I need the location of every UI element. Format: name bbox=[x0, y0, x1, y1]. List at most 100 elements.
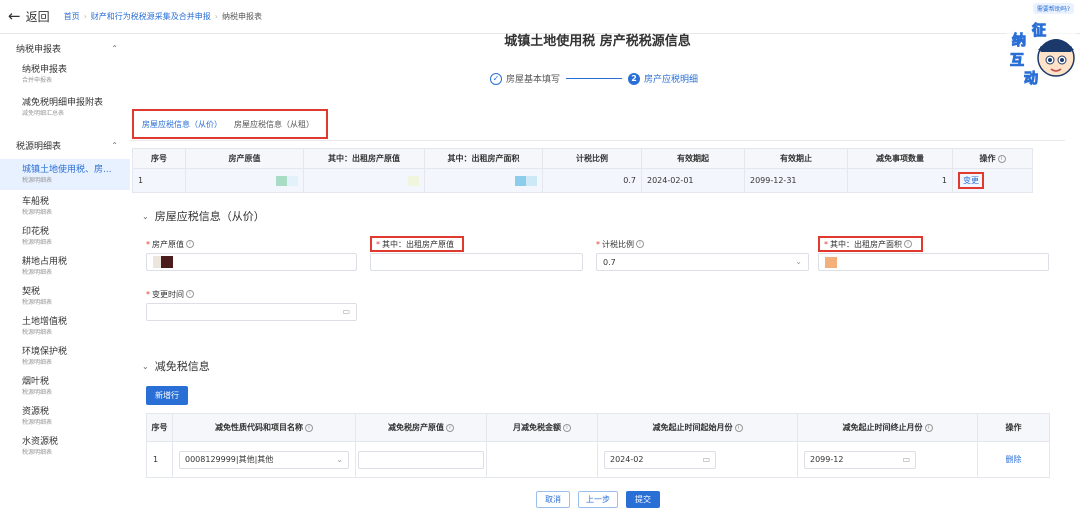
property-tax-table: 序号 房产原值 其中：出租房产原值 其中：出租房产面积 计税比例 有效期起 有效… bbox=[132, 148, 1033, 193]
select-value: 0.7 bbox=[603, 257, 616, 267]
breadcrumb-current: 纳税申报表 bbox=[222, 12, 262, 21]
relief-code-select[interactable]: 0008129999|其他|其他 ⌄ bbox=[179, 450, 349, 469]
mascot-char: 纳 bbox=[1012, 33, 1027, 50]
sidebar-item-tobacco-tax[interactable]: 烟叶税 税源明细表 bbox=[0, 373, 130, 400]
info-icon: i bbox=[186, 290, 194, 298]
sidebar-item-label: 资源税 bbox=[22, 407, 50, 417]
original-value-input[interactable] bbox=[146, 253, 357, 271]
cancel-button[interactable]: 取消 bbox=[536, 491, 570, 508]
chevron-down-icon: ⌄ bbox=[142, 361, 149, 371]
sidebar-item-label: 契税 bbox=[22, 287, 41, 297]
sidebar-item-label: 城镇土地使用税、房... bbox=[22, 165, 112, 175]
sidebar-item-declaration-form[interactable]: 纳税申报表 合并申报表 bbox=[0, 61, 130, 88]
sidebar-item-sub: 税源明细表 bbox=[22, 419, 53, 426]
rent-value-input[interactable] bbox=[370, 253, 583, 271]
relief-value-input[interactable] bbox=[358, 450, 484, 469]
required-mark: * bbox=[376, 239, 380, 249]
field-rent-area: * 其中：出租房产面积 i bbox=[818, 236, 1049, 271]
sidebar-item-environment-tax[interactable]: 环境保护税 税源明细表 bbox=[0, 343, 130, 370]
sidebar-item-resource-tax[interactable]: 资源税 税源明细表 bbox=[0, 403, 130, 430]
sidebar-item-deed-tax[interactable]: 契税 税源明细表 bbox=[0, 283, 130, 310]
sidebar-item-urban-land-tax[interactable]: 城镇土地使用税、房... 税源明细表 bbox=[0, 159, 130, 190]
cell-rent-area bbox=[424, 168, 543, 193]
end-month-picker[interactable]: 2099-12 ▭ bbox=[804, 450, 916, 469]
column-header-monthly-relief: 月减免税金额 i bbox=[486, 413, 598, 442]
change-time-datepicker[interactable]: ▭ bbox=[146, 303, 357, 321]
cell-ratio: 0.7 bbox=[542, 168, 642, 193]
column-header: 其中：出租房产原值 bbox=[303, 148, 425, 169]
column-header: 有效期止 bbox=[744, 148, 848, 169]
redacted-value bbox=[153, 256, 161, 268]
sidebar-item-relief-schedule[interactable]: 减免税明细申报附表 减免明细汇总表 bbox=[0, 94, 130, 121]
mascot-assistant[interactable]: 纳 征 互 动 bbox=[1004, 14, 1078, 94]
cell-code: 0008129999|其他|其他 ⌄ bbox=[172, 441, 356, 478]
mascot-char: 征 bbox=[1032, 23, 1047, 40]
redacted-value bbox=[526, 175, 537, 186]
previous-step-button[interactable]: 上一步 bbox=[578, 491, 618, 508]
page-title: 城镇土地使用税 房产税税源信息 bbox=[504, 34, 691, 49]
field-tax-ratio: * 计税比例 i 0.7 ⌄ bbox=[596, 238, 809, 271]
section-title: 减免税信息 bbox=[154, 360, 210, 373]
sidebar-group-declaration[interactable]: 纳税申报表 ⌃ bbox=[0, 40, 130, 56]
cell-action: 变更 bbox=[952, 168, 1033, 193]
sidebar-item-sub: 税源明细表 bbox=[22, 359, 53, 366]
step-indicator: ✓ 房屋基本填写 2 房产应税明细 bbox=[490, 72, 698, 85]
sidebar-item-label: 水资源税 bbox=[22, 437, 59, 447]
add-row-button[interactable]: 新增行 bbox=[146, 386, 188, 405]
tab-rent-based[interactable]: 房屋应税信息（从租） bbox=[234, 119, 314, 130]
sidebar-item-label: 环境保护税 bbox=[22, 347, 68, 357]
field-change-time: * 变更时间 i ▭ bbox=[146, 288, 357, 321]
tax-ratio-select[interactable]: 0.7 ⌄ bbox=[596, 253, 809, 271]
tab-value-based[interactable]: 房屋应税信息（从价） bbox=[142, 119, 222, 130]
column-header-label: 操作 bbox=[979, 154, 996, 163]
redacted-value bbox=[515, 175, 526, 186]
breadcrumb-separator: › bbox=[83, 12, 87, 21]
change-button[interactable]: 变更 bbox=[958, 172, 984, 189]
rent-area-input[interactable] bbox=[818, 253, 1049, 271]
sidebar-item-label: 土地增值税 bbox=[22, 317, 68, 327]
tab-bar: 房屋应税信息（从价） 房屋应税信息（从租） bbox=[132, 109, 328, 139]
info-icon: i bbox=[446, 423, 454, 432]
chevron-down-icon: ⌄ bbox=[336, 454, 343, 464]
section-relief[interactable]: ⌄ 减免税信息 bbox=[142, 358, 210, 374]
info-icon: i bbox=[904, 240, 912, 248]
sidebar-item-land-appreciation-tax[interactable]: 土地增值税 税源明细表 bbox=[0, 313, 130, 340]
submit-button[interactable]: 提交 bbox=[626, 491, 660, 508]
sidebar-item-sub: 税源明细表 bbox=[22, 269, 53, 276]
sidebar-group-label: 税源明细表 bbox=[16, 141, 62, 152]
back-button[interactable]: ← 返回 bbox=[8, 8, 50, 25]
top-bar: ← 返回 首页 › 财产和行为税税源采集及合并申报 › 纳税申报表 需要帮助吗? bbox=[0, 0, 1080, 34]
sidebar-item-water-resource-tax[interactable]: 水资源税 税源明细表 bbox=[0, 433, 130, 460]
step-tax-detail: 2 房产应税明细 bbox=[628, 72, 698, 85]
sidebar-item-stamp-tax[interactable]: 印花税 税源明细表 bbox=[0, 223, 130, 250]
chevron-up-icon: ⌃ bbox=[111, 140, 118, 150]
cell-original-value bbox=[185, 168, 304, 193]
column-header-end-month: 减免起止时间终止月份 i bbox=[797, 413, 978, 442]
column-header-action: 操作 i bbox=[952, 148, 1033, 169]
calendar-icon: ▭ bbox=[902, 454, 910, 464]
redacted-value bbox=[287, 175, 298, 186]
step-label: 房屋基本填写 bbox=[506, 75, 561, 85]
help-badge[interactable]: 需要帮助吗? bbox=[1032, 3, 1074, 14]
start-month-picker[interactable]: 2024-02 ▭ bbox=[604, 450, 716, 469]
redacted-value bbox=[276, 175, 287, 186]
column-header: 操作 bbox=[977, 413, 1050, 442]
delete-button[interactable]: 删除 bbox=[1006, 455, 1022, 464]
sidebar-item-label: 耕地占用税 bbox=[22, 257, 68, 267]
sidebar-item-farmland-tax[interactable]: 耕地占用税 税源明细表 bbox=[0, 253, 130, 280]
column-header: 有效期起 bbox=[641, 148, 745, 169]
info-icon: i bbox=[997, 154, 1006, 163]
breadcrumb-home[interactable]: 首页 bbox=[64, 11, 80, 22]
sidebar-item-sub: 税源明细表 bbox=[22, 389, 53, 396]
sidebar-item-sub: 减免明细汇总表 bbox=[22, 110, 65, 117]
cell-rent-value bbox=[303, 168, 425, 193]
cell-start-month: 2024-02 ▭ bbox=[597, 441, 798, 478]
chevron-down-icon: ⌄ bbox=[795, 257, 802, 266]
breadcrumb-collection[interactable]: 财产和行为税税源采集及合并申报 bbox=[91, 11, 211, 22]
cell-start-date: 2024-02-01 bbox=[641, 168, 745, 193]
sidebar-item-vehicle-tax[interactable]: 车船税 税源明细表 bbox=[0, 193, 130, 220]
column-header-label: 减免性质代码和项目名称 bbox=[215, 423, 303, 432]
sidebar-group-tax-source[interactable]: 税源明细表 ⌃ bbox=[0, 137, 130, 153]
info-icon: i bbox=[924, 423, 933, 432]
section-value-based[interactable]: ⌄ 房屋应税信息（从价） bbox=[142, 208, 265, 224]
